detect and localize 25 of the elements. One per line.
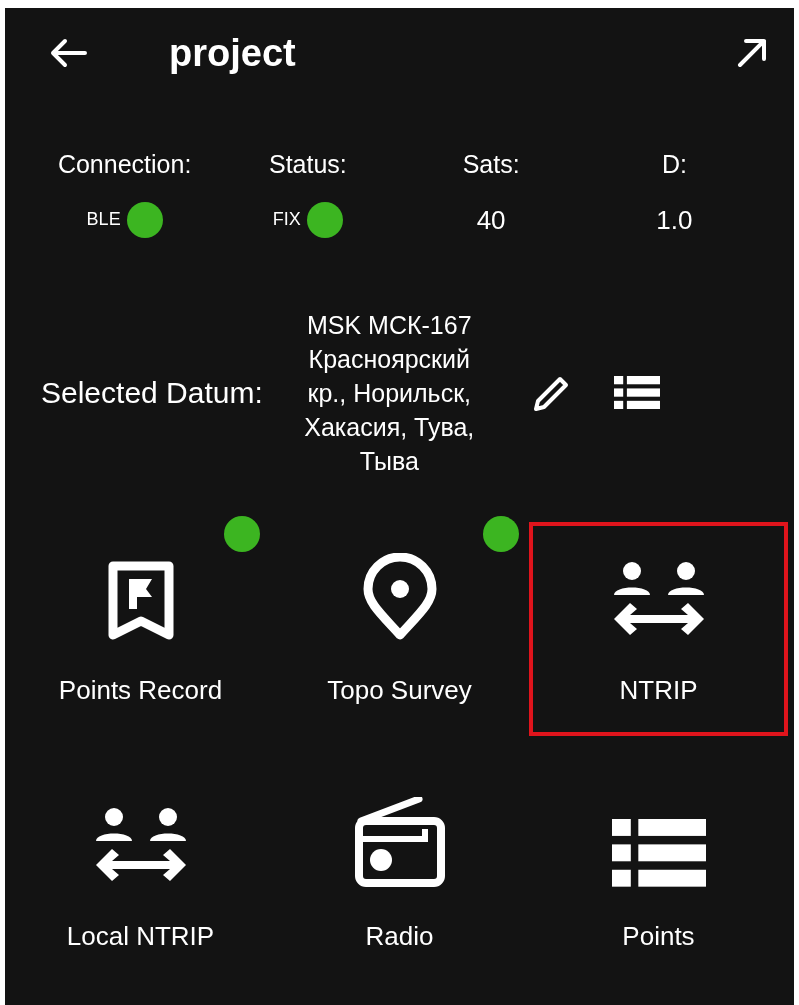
menu-tile[interactable]: NTRIP (529, 521, 788, 736)
radio-icon (352, 796, 447, 887)
datum-value: MSK МСК-167 Красноярский кр., Норильск, Хакасия, Тува, Тыва (303, 309, 476, 477)
stat-label: Connection: (57, 149, 192, 180)
page-title: project (169, 30, 296, 76)
stat-value: BLE (86, 208, 121, 231)
back-arrow-icon[interactable] (49, 38, 87, 68)
stat-value: 40 (476, 203, 506, 237)
stat-label: D: (661, 149, 687, 180)
list-icon (613, 375, 660, 410)
stat-value: FIX (272, 208, 301, 231)
stat-label: Status: (268, 149, 347, 180)
menu-tile[interactable]: Local NTRIP (11, 767, 270, 982)
menu-tile[interactable]: Topo Survey (270, 521, 529, 736)
datum-label: Selected Datum: (41, 375, 263, 411)
menu-tile[interactable]: Points (529, 767, 788, 982)
stat-label: Sats: (462, 149, 520, 180)
menu-tile[interactable]: Points Record (11, 521, 270, 736)
list-button[interactable] (613, 375, 660, 410)
menu-tile[interactable]: Radio (270, 767, 529, 982)
expand-arrow-icon[interactable] (736, 37, 768, 69)
bookmark-flag-icon (107, 560, 174, 641)
stat-value: 1.0 (656, 203, 693, 237)
location-pin-icon (361, 552, 438, 641)
list-icon (611, 818, 706, 887)
